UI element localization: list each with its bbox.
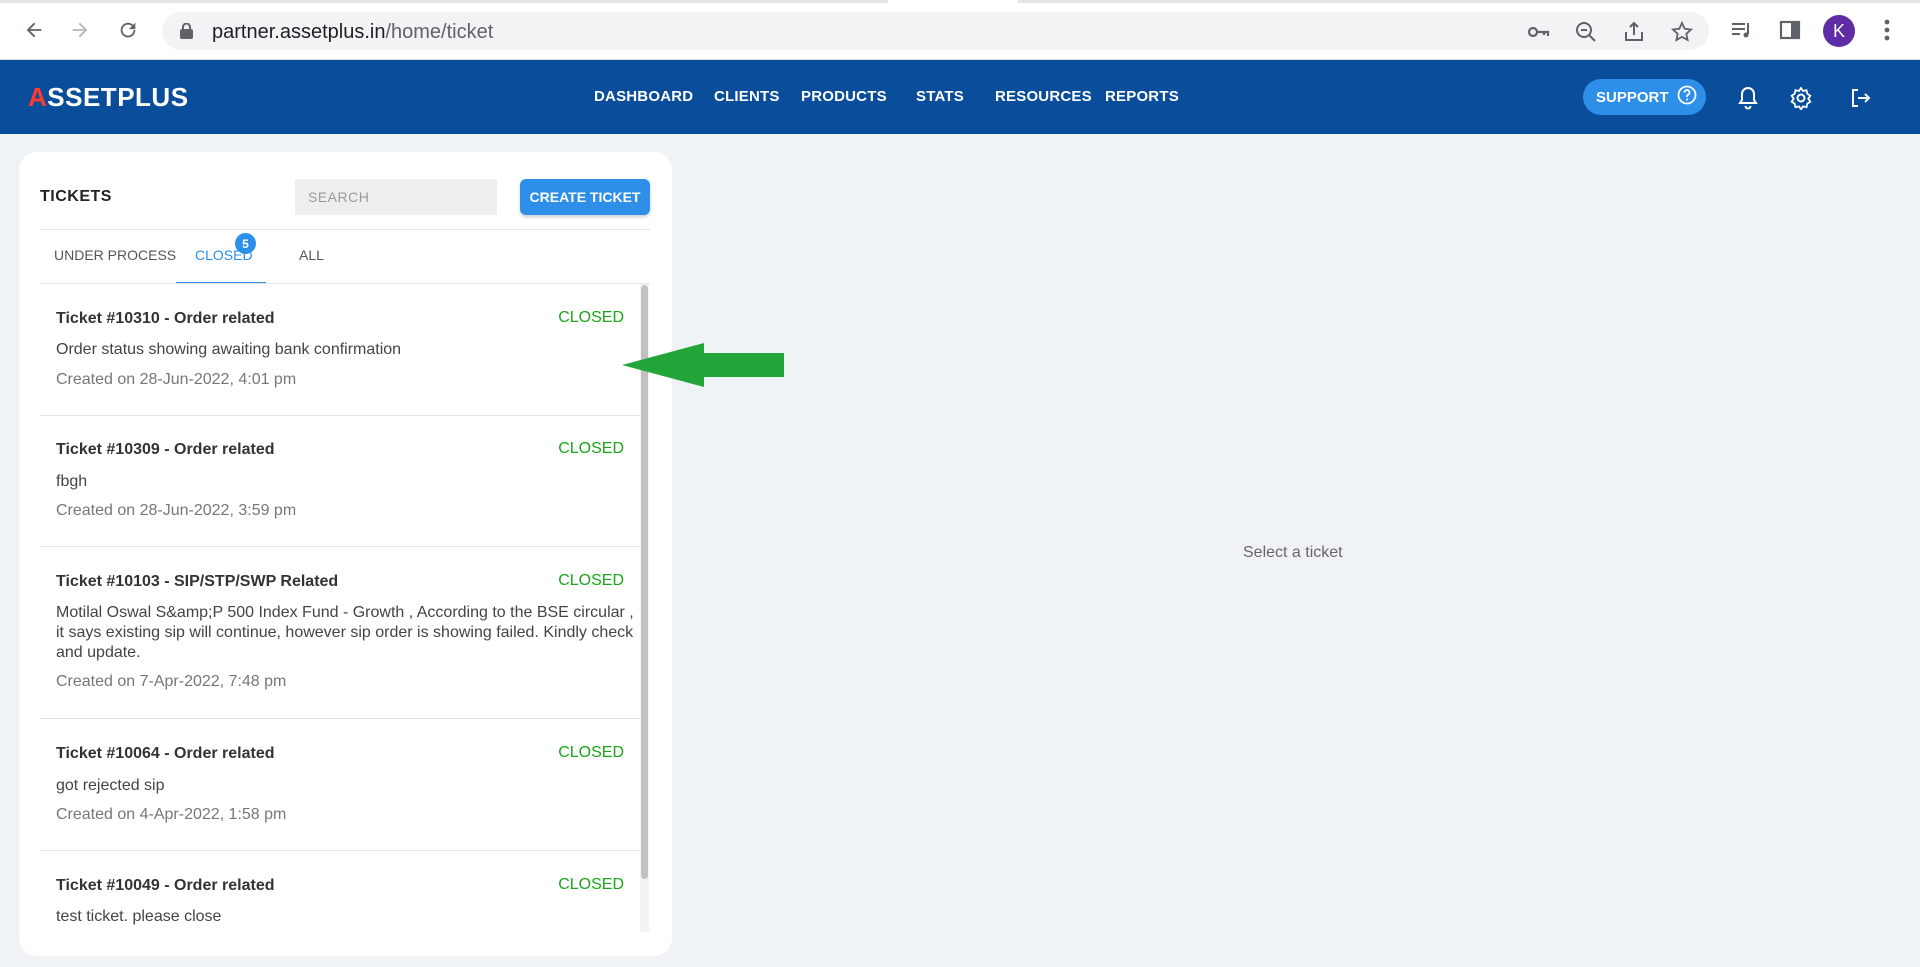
menu-icon[interactable] — [1871, 14, 1903, 46]
forward-icon[interactable] — [64, 14, 96, 46]
ticket-item[interactable]: Ticket #10064 - Order related CLOSED got… — [40, 719, 640, 851]
ticket-item[interactable]: Ticket #10049 - Order related CLOSED tes… — [40, 851, 640, 932]
status-badge: CLOSED — [558, 572, 624, 589]
ticket-description: fbgh — [56, 473, 88, 490]
reload-icon[interactable] — [112, 14, 144, 46]
sidebar-icon[interactable] — [1774, 14, 1806, 46]
closed-count-badge: 5 — [235, 233, 256, 254]
lock-icon[interactable] — [180, 22, 193, 44]
nav-resources[interactable]: RESOURCES — [995, 88, 1092, 105]
ticket-description: test ticket. please close — [56, 908, 222, 925]
ticket-date: Created on 4-Apr-2022, 1:58 pm — [56, 806, 287, 823]
nav-reports[interactable]: REPORTS — [1105, 88, 1179, 105]
active-tab[interactable] — [888, 0, 1018, 3]
nav-dashboard[interactable]: DASHBOARD — [594, 88, 693, 105]
ticket-description: got rejected sip — [56, 777, 165, 794]
logo[interactable]: ASSETPLUS — [28, 82, 189, 113]
key-icon[interactable] — [1525, 19, 1551, 45]
ticket-date: Created on 28-Jun-2022, 3:59 pm — [56, 502, 297, 519]
divider — [40, 229, 650, 230]
logout-icon[interactable] — [1845, 83, 1875, 113]
ticket-title: Ticket #10064 - Order related — [56, 745, 275, 762]
status-badge: CLOSED — [558, 440, 624, 457]
address-bar[interactable]: partner.assetplus.in/home/ticket — [162, 12, 1709, 50]
ticket-title: Ticket #10049 - Order related — [56, 877, 275, 894]
star-icon[interactable] — [1669, 19, 1695, 45]
ticket-title: Ticket #10309 - Order related — [56, 441, 275, 458]
tab-all[interactable]: ALL — [299, 247, 324, 263]
ticket-description: Motilal Oswal S&amp;P 500 Index Fund - G… — [56, 604, 634, 661]
ticket-item[interactable]: Ticket #10103 - SIP/STP/SWP Related CLOS… — [40, 547, 640, 719]
back-icon[interactable] — [18, 14, 50, 46]
zoom-out-icon[interactable] — [1573, 19, 1599, 45]
ticket-item[interactable]: Ticket #10309 - Order related CLOSED fbg… — [40, 416, 640, 547]
ticket-title: Ticket #10310 - Order related — [56, 310, 275, 327]
create-ticket-button[interactable]: CREATE TICKET — [520, 179, 650, 215]
empty-state-message: Select a ticket — [1243, 544, 1343, 561]
annotation-arrow-icon — [622, 343, 784, 387]
avatar[interactable]: K — [1823, 15, 1855, 47]
ticket-date: Created on 28-Jun-2022, 4:01 pm — [56, 371, 297, 388]
status-badge: CLOSED — [558, 309, 624, 326]
search-input[interactable] — [295, 179, 497, 215]
app-header: ASSETPLUS DASHBOARD CLIENTS PRODUCTS STA… — [0, 60, 1920, 134]
help-icon — [1677, 85, 1697, 109]
status-badge: CLOSED — [558, 744, 624, 761]
tickets-panel: TICKETS CREATE TICKET UNDER PROCESS CLOS… — [19, 152, 672, 956]
tab-under-process[interactable]: UNDER PROCESS — [54, 247, 176, 263]
nav-stats[interactable]: STATS — [916, 88, 964, 105]
url-text[interactable]: partner.assetplus.in/home/ticket — [212, 21, 493, 44]
page-title: TICKETS — [40, 188, 112, 205]
ticket-title: Ticket #10103 - SIP/STP/SWP Related — [56, 573, 339, 590]
media-icon[interactable] — [1725, 14, 1757, 46]
ticket-list[interactable]: Ticket #10310 - Order related CLOSED Ord… — [40, 284, 650, 932]
browser-toolbar: partner.assetplus.in/home/ticket K — [0, 0, 1920, 60]
bell-icon[interactable] — [1733, 83, 1763, 113]
support-button[interactable]: SUPPORT — [1583, 79, 1706, 115]
status-badge: CLOSED — [558, 876, 624, 893]
ticket-item[interactable]: Ticket #10310 - Order related CLOSED Ord… — [40, 284, 640, 416]
gear-icon[interactable] — [1786, 83, 1816, 113]
support-label: SUPPORT — [1596, 88, 1669, 106]
nav-clients[interactable]: CLIENTS — [714, 88, 780, 105]
ticket-date: Created on 7-Apr-2022, 7:48 pm — [56, 673, 287, 690]
share-icon[interactable] — [1621, 19, 1647, 45]
ticket-description: Order status showing awaiting bank confi… — [56, 341, 402, 358]
nav-products[interactable]: PRODUCTS — [801, 88, 887, 105]
